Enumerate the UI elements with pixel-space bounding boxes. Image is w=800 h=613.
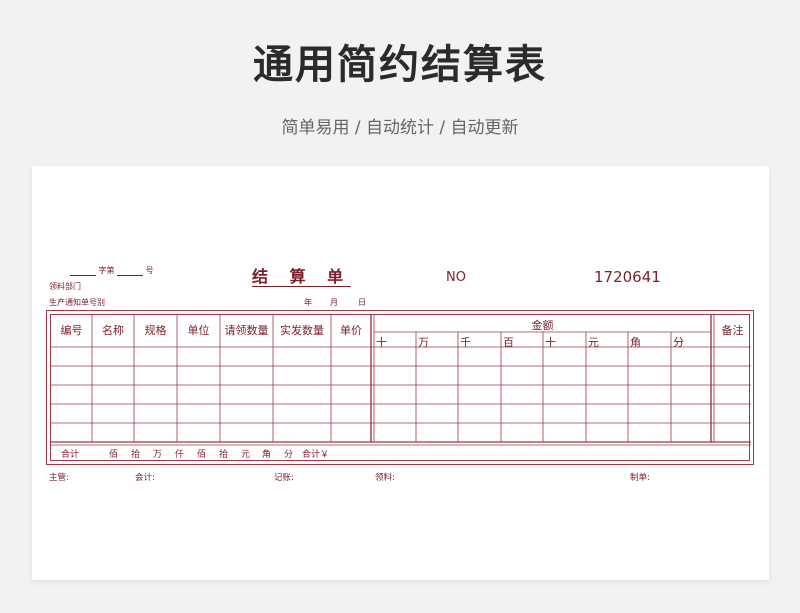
page-title: 通用简约结算表 [253,42,547,88]
zi-label: 字第 [98,266,115,275]
no-value: 1720641 [594,268,661,286]
footer-total: 合计 [61,450,80,460]
footer-unit-5: 拾 [219,450,229,460]
col-header-5: 实发数量 [280,324,324,337]
day-label: 日 [358,298,366,307]
signature-receiver: 领料: [375,473,395,483]
footer-unit-8: 分 [284,450,294,460]
col-header-3: 单位 [187,324,210,337]
amount-unit-7: 分 [673,336,684,349]
footer-unit-6: 元 [241,450,251,460]
page-subtitle: 简单易用 / 自动统计 / 自动更新 [281,118,519,138]
footer-unit-1: 拾 [131,450,141,460]
dept-label: 领料部门 [49,282,81,291]
table-footer: 合计 佰 拾 万 仟 佰 拾 元 角 分 合计￥ [51,444,751,460]
month-label: 月 [330,298,338,307]
year-label: 年 [304,298,312,307]
signature-accountant: 会计: [135,473,155,483]
footer-unit-3: 仟 [175,450,185,460]
table-frame: 编号 名称 规格 单位 请领数量 实发数量 单价 金额 十 万 千 百 十 元 … [46,310,754,465]
col-header-0: 编号 [60,324,83,337]
settlement-sheet: 字第 号 领料部门 生产通知单号别 结 算 单 NO 1720641 年 月 日 [32,166,769,580]
signature-preparer: 制单: [630,473,650,483]
amount-header: 金额 [531,319,554,332]
footer-unit-2: 万 [153,450,163,460]
document-title: 结 算 单 [252,267,352,287]
notice-label: 生产通知单号别 [49,298,105,307]
signature-bookkeeper: 记账: [274,473,294,483]
settlement-table: 编号 名称 规格 单位 请领数量 实发数量 单价 金额 十 万 千 百 十 元 … [50,314,751,461]
no-label: NO [446,270,466,285]
footer-unit-4: 佰 [197,450,207,460]
col-header-4: 请领数量 [224,324,269,337]
amount-unit-1: 万 [418,336,429,349]
footer-unit-0: 佰 [109,450,119,460]
col-header-6: 单价 [340,324,362,337]
amount-unit-0: 十 [376,336,387,349]
footer-total-yen: 合计￥ [302,450,330,460]
hao-label: 号 [145,266,154,275]
remark-header: 备注 [721,324,744,337]
col-header-2: 规格 [144,324,167,337]
amount-unit-5: 元 [588,336,599,349]
amount-unit-4: 十 [545,336,556,349]
amount-unit-2: 千 [460,336,471,349]
zi-hao-line: 字第 号 [70,265,154,276]
signature-supervisor: 主管: [49,473,69,483]
col-header-1: 名称 [102,324,124,337]
amount-unit-6: 角 [630,336,641,349]
footer-unit-7: 角 [262,450,272,460]
amount-unit-3: 百 [503,336,514,349]
